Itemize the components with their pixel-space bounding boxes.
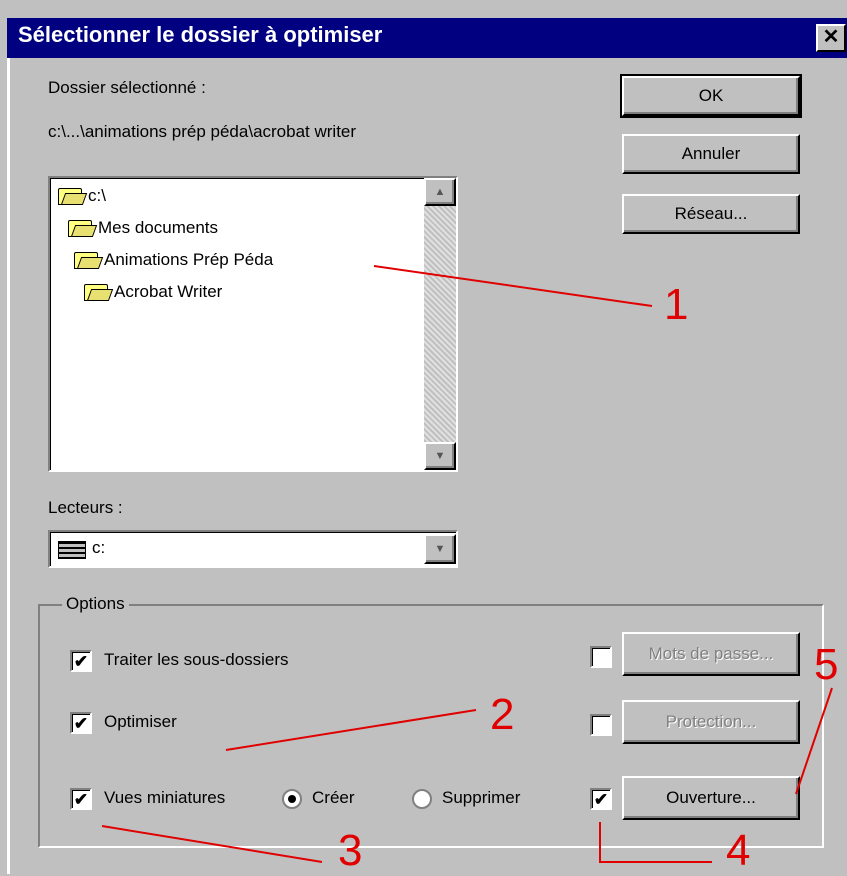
annotation-line-3	[101, 825, 323, 863]
annotation-line-1	[373, 265, 653, 307]
annotation-number-3: 3	[338, 826, 363, 875]
annotation-number-4: 4	[726, 826, 751, 875]
annotation-line-5	[795, 687, 833, 795]
annotation-number-5: 5	[814, 640, 839, 689]
annotation-number-2: 2	[490, 690, 515, 739]
annotation-lines	[101, 265, 833, 863]
annotation-line-2	[225, 709, 477, 751]
annotation-number-1: 1	[664, 280, 689, 329]
annotation-line-4	[599, 822, 712, 863]
